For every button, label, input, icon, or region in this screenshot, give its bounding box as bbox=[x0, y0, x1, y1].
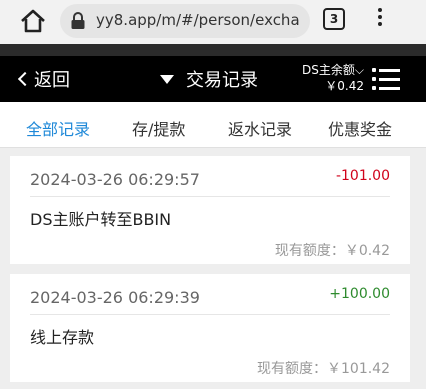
chevron-down-icon: ⌵ bbox=[354, 63, 364, 77]
divider bbox=[30, 196, 390, 197]
divider bbox=[30, 314, 390, 315]
caret-down-icon bbox=[160, 75, 174, 84]
page-title-dropdown[interactable]: 交易记录 bbox=[160, 66, 258, 92]
tab-all-records[interactable]: 全部记录 bbox=[26, 116, 90, 140]
browser-toolbar: yy8.app/m/#/person/excha 3 bbox=[0, 0, 426, 44]
page-title: 交易记录 bbox=[186, 70, 258, 91]
more-options-icon[interactable] bbox=[372, 8, 388, 32]
tab-bonus[interactable]: 优惠奖金 bbox=[328, 116, 392, 140]
record-balance: 现有额度：￥101.42 bbox=[257, 361, 390, 377]
balance-dropdown[interactable]: DS主余额⌵ ￥0.42 bbox=[288, 62, 364, 94]
balance-value: ￥0.42 bbox=[325, 79, 364, 93]
app-header: 返回 交易记录 DS主余额⌵ ￥0.42 bbox=[0, 56, 426, 102]
page-edge bbox=[0, 44, 426, 56]
balance-label: DS主余额 bbox=[302, 63, 355, 77]
lock-icon bbox=[70, 12, 86, 30]
record-card[interactable]: 2024-03-26 06:29:57 -101.00 DS主账户转至BBIN … bbox=[10, 156, 410, 264]
address-bar[interactable]: yy8.app/m/#/person/excha bbox=[60, 4, 310, 38]
record-card[interactable]: 2024-03-26 06:29:39 +100.00 线上存款 现有额度：￥1… bbox=[10, 274, 410, 382]
record-datetime: 2024-03-26 06:29:57 bbox=[30, 170, 200, 189]
record-description: DS主账户转至BBIN bbox=[30, 210, 172, 229]
tab-switcher-button[interactable]: 3 bbox=[323, 8, 345, 30]
url-text[interactable]: yy8.app/m/#/person/excha bbox=[96, 11, 300, 29]
chevron-left-icon bbox=[17, 71, 33, 87]
record-datetime: 2024-03-26 06:29:39 bbox=[30, 288, 200, 307]
record-description: 线上存款 bbox=[30, 328, 95, 347]
filter-tabs: 全部记录 存/提款 返水记录 优惠奖金 bbox=[0, 102, 426, 148]
home-icon[interactable] bbox=[18, 8, 48, 34]
back-label: 返回 bbox=[34, 70, 70, 91]
menu-icon[interactable] bbox=[372, 68, 400, 90]
record-balance: 现有额度：￥0.42 bbox=[274, 243, 390, 259]
tab-deposit-withdraw[interactable]: 存/提款 bbox=[132, 116, 185, 140]
record-amount: -101.00 bbox=[335, 168, 390, 184]
back-button[interactable]: 返回 bbox=[17, 66, 70, 92]
tab-rebate-records[interactable]: 返水记录 bbox=[228, 116, 292, 140]
record-amount: +100.00 bbox=[329, 286, 390, 302]
